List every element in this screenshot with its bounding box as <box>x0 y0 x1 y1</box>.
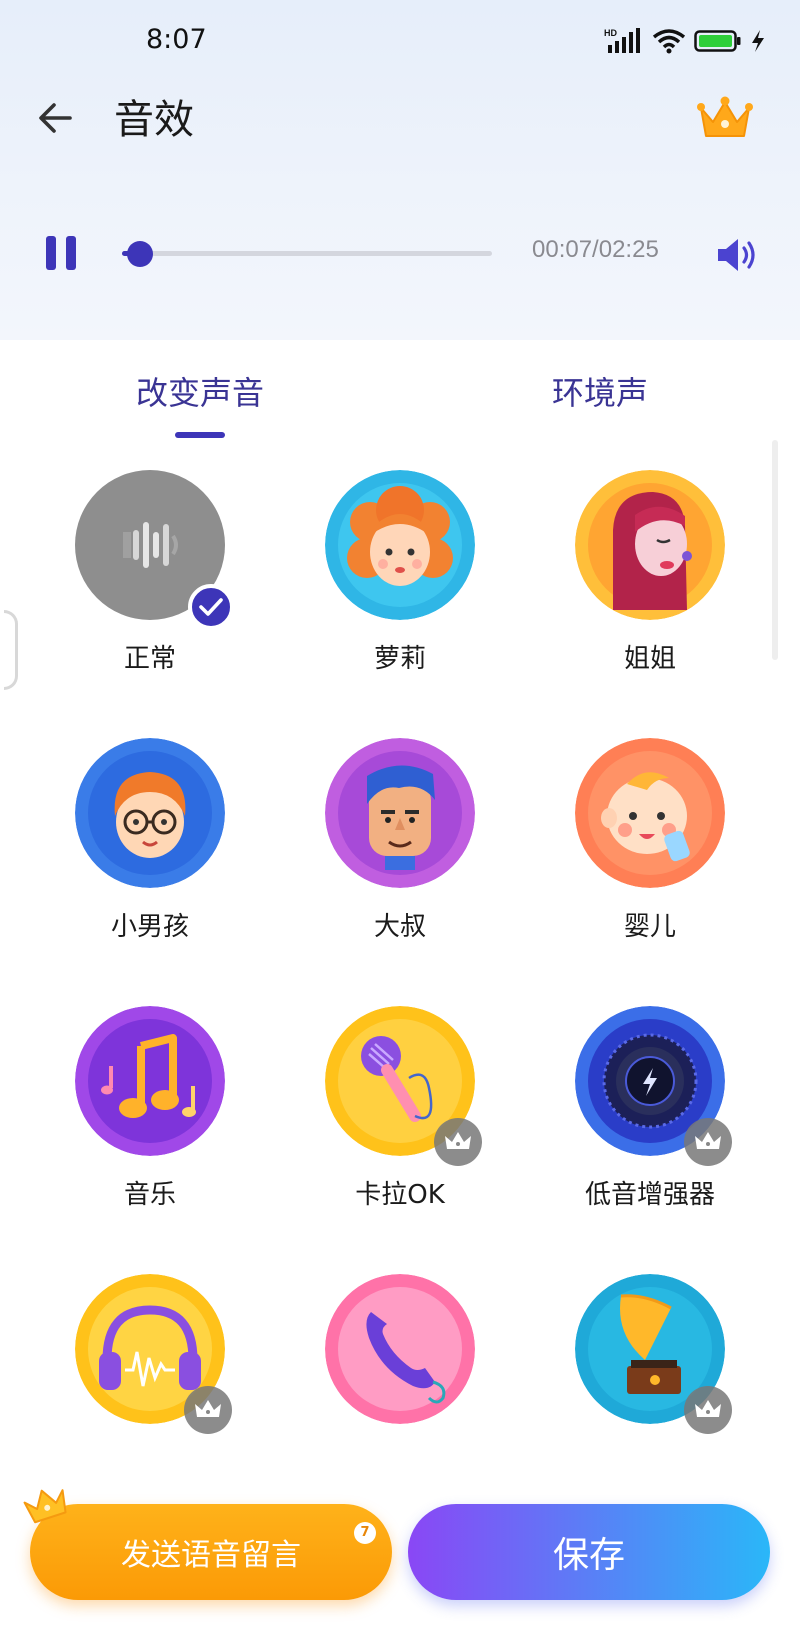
tab-indicator <box>175 432 225 438</box>
vip-crown-badge <box>184 1386 232 1434</box>
telephone-icon <box>325 1274 475 1424</box>
voicemail-badge: 7 <box>354 1522 376 1544</box>
wifi-icon <box>652 29 686 54</box>
tab-change-voice[interactable]: 改变声音 <box>136 368 264 414</box>
crown-icon[interactable] <box>696 96 754 142</box>
tab-bar: 改变声音 环境声 <box>0 340 800 440</box>
selected-check-icon <box>188 584 234 630</box>
audio-player: 00:07/02:25 <box>0 220 800 290</box>
progress-slider[interactable] <box>122 241 492 267</box>
bottom-actions: 发送语音留言 7 保存 <box>0 1489 800 1643</box>
playback-time: 00:07/02:25 <box>532 236 659 263</box>
edge-swipe-handle[interactable] <box>4 610 18 690</box>
effect-label: 姐姐 <box>623 644 676 674</box>
pause-bar-left <box>46 236 56 270</box>
effect-item-little-boy[interactable]: 小男孩 <box>0 738 250 988</box>
effect-item-baby[interactable]: 婴儿 <box>500 738 750 988</box>
effect-label: 低音增强器 <box>584 1180 715 1210</box>
girl-face-icon <box>325 470 475 620</box>
effect-item-loli[interactable]: 萝莉 <box>250 470 500 720</box>
charging-icon <box>752 30 764 52</box>
vip-crown-badge <box>434 1118 482 1166</box>
status-bar: 8:07 HD <box>0 0 800 80</box>
pause-bar-right <box>66 236 76 270</box>
signal-icon: HD <box>604 28 640 53</box>
effect-item-uncle[interactable]: 大叔 <box>250 738 500 988</box>
effect-item-normal[interactable]: 正常 <box>0 470 250 720</box>
woman-face-icon <box>575 470 725 620</box>
tab-ambient-sound[interactable]: 环境声 <box>552 368 648 414</box>
page-title: 音效 <box>114 97 194 143</box>
save-button[interactable]: 保存 <box>408 1504 770 1600</box>
back-arrow-icon[interactable] <box>36 98 76 138</box>
status-time: 8:07 <box>146 24 207 55</box>
man-face-icon <box>325 738 475 888</box>
music-notes-icon <box>75 1006 225 1156</box>
volume-icon[interactable] <box>714 234 762 276</box>
pause-button[interactable] <box>46 236 78 272</box>
status-icons: HD <box>604 26 766 56</box>
effect-item-gramophone[interactable] <box>500 1274 750 1524</box>
effect-item-telephone[interactable] <box>250 1274 500 1524</box>
vip-crown-badge <box>684 1386 732 1434</box>
vip-crown-badge <box>684 1118 732 1166</box>
save-label: 保存 <box>552 1535 625 1576</box>
send-voicemail-label: 发送语音留言 <box>121 1538 301 1573</box>
scrollbar[interactable] <box>772 440 778 660</box>
effect-item-bass-booster[interactable]: 低音增强器 <box>500 1006 750 1256</box>
battery-icon <box>694 30 741 52</box>
app-bar: 音效 <box>0 90 800 154</box>
effect-item-sister[interactable]: 姐姐 <box>500 470 750 720</box>
network-label: HD <box>604 28 617 38</box>
send-voicemail-button[interactable]: 发送语音留言 7 <box>30 1504 392 1600</box>
boy-face-icon <box>75 738 225 888</box>
baby-face-icon <box>575 738 725 888</box>
effect-item-music[interactable]: 音乐 <box>0 1006 250 1256</box>
effect-label: 婴儿 <box>623 912 676 942</box>
progress-thumb[interactable] <box>126 241 153 267</box>
content-area: 改变声音 环境声 正常 萝莉 姐姐 小男孩 大叔 婴儿 音乐 卡拉OK 低音增强… <box>0 340 800 1643</box>
effect-item-karaoke[interactable]: 卡拉OK <box>250 1006 500 1256</box>
header-area: 8:07 HD 音效 00:07/02:25 <box>0 0 800 340</box>
